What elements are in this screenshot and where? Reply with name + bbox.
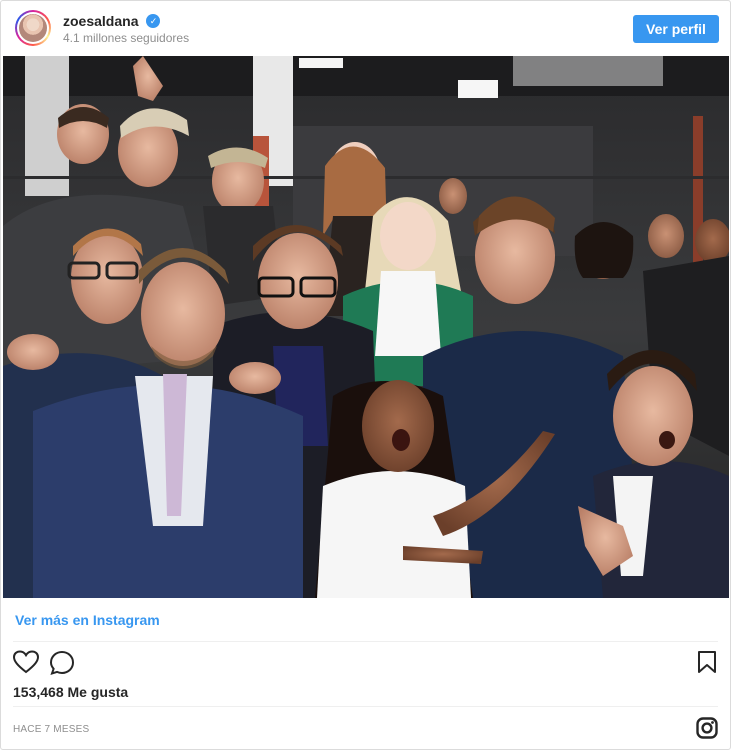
- instagram-embed-card: zoesaldana ✓ 4.1 millones seguidores Ver…: [0, 0, 731, 750]
- bookmark-outline-icon[interactable]: [697, 650, 717, 674]
- username[interactable]: zoesaldana: [63, 13, 138, 29]
- verified-check-icon: ✓: [146, 14, 161, 28]
- divider: [13, 706, 718, 707]
- post-photo[interactable]: [3, 56, 729, 598]
- likes-count[interactable]: 153,468 Me gusta: [13, 684, 128, 700]
- comment-bubble-icon[interactable]: [49, 650, 75, 676]
- avatar-image: [19, 14, 47, 42]
- post-timestamp: HACE 7 MESES: [13, 724, 90, 735]
- view-profile-button[interactable]: Ver perfil: [633, 15, 719, 43]
- followers-count: 4.1 millones seguidores: [63, 31, 190, 45]
- heart-outline-icon[interactable]: [13, 650, 39, 674]
- post-header: zoesaldana ✓ 4.1 millones seguidores Ver…: [1, 1, 730, 56]
- divider: [13, 641, 718, 642]
- avatar[interactable]: [15, 10, 51, 46]
- see-more-link[interactable]: Ver más en Instagram: [15, 612, 160, 628]
- instagram-glyph-icon[interactable]: [696, 717, 718, 739]
